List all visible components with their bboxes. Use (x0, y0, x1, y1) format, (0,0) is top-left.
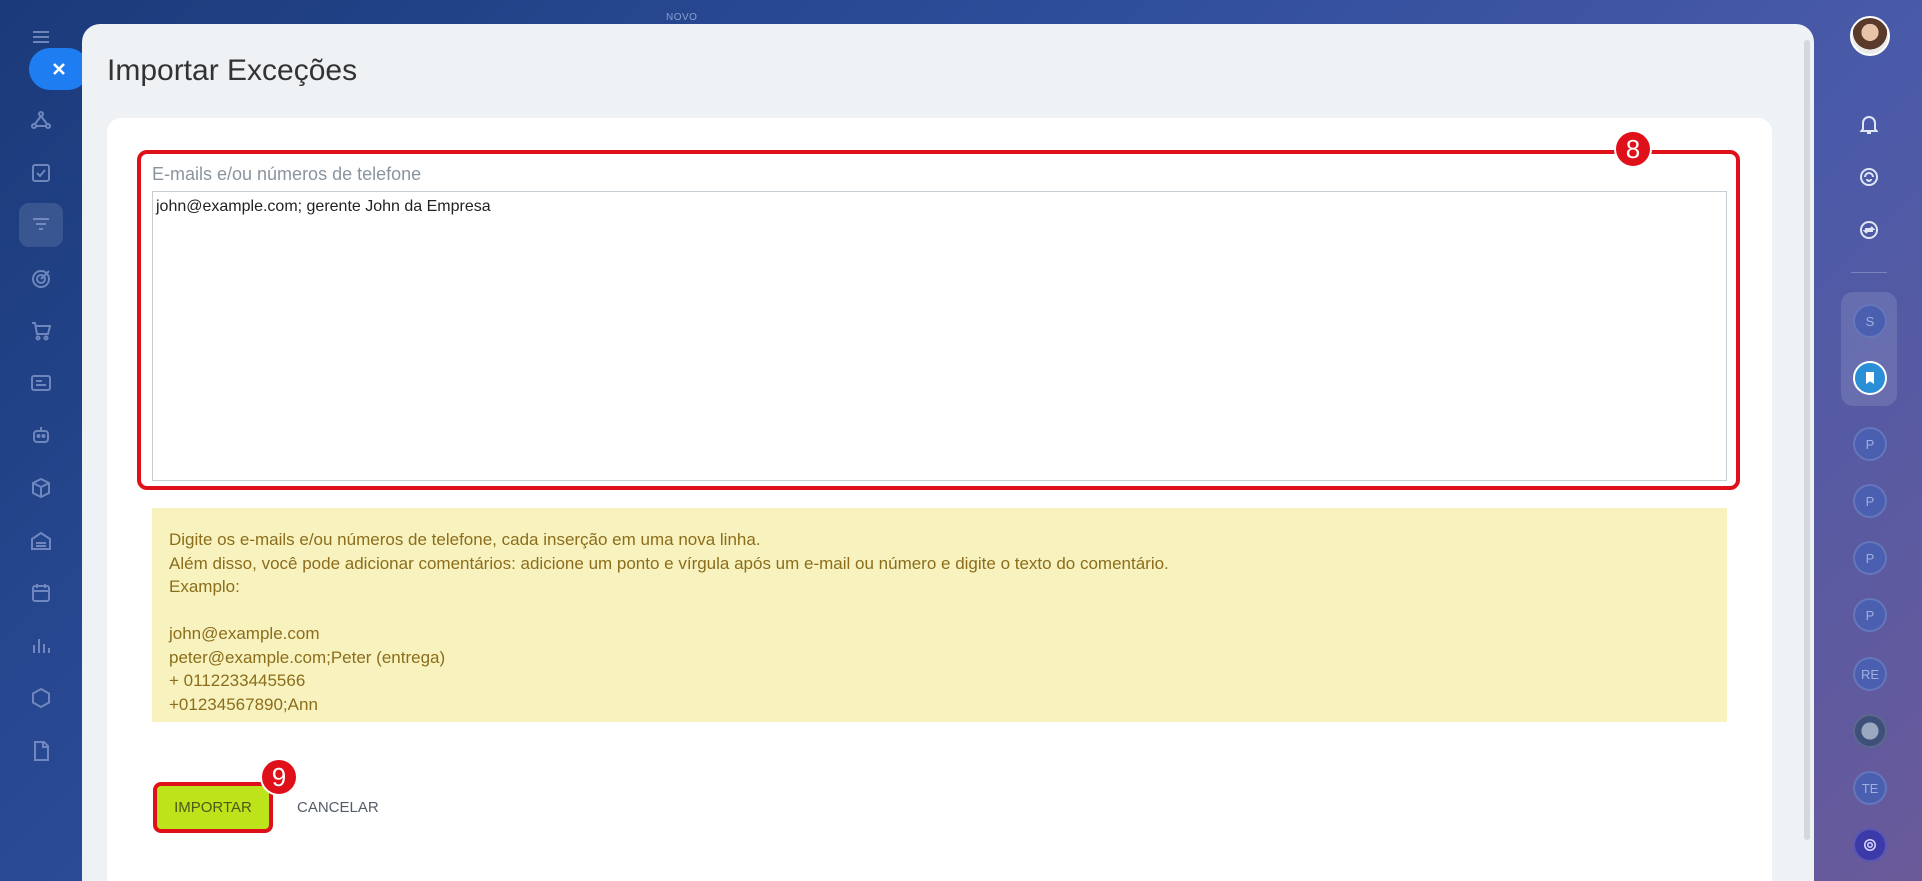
avatar-p2[interactable]: P (1853, 484, 1887, 518)
hint-line: +01234567890;Ann (169, 694, 318, 714)
emails-phones-textarea[interactable]: john@example.com; gerente John da Empres… (152, 191, 1727, 481)
bell-icon[interactable] (1847, 102, 1891, 146)
copilot-icon[interactable] (1853, 828, 1887, 862)
hint-line: john@example.com (169, 624, 320, 643)
form-card: 8 E-mails e/ou números de telefone john@… (107, 118, 1772, 881)
avatar-s[interactable]: S (1853, 304, 1887, 338)
chat-icon[interactable] (1847, 155, 1891, 199)
avatar-p3[interactable]: P (1853, 541, 1887, 575)
cancel-button[interactable]: CANCELAR (297, 782, 379, 833)
document-icon[interactable] (26, 736, 56, 766)
scrollbar[interactable] (1804, 40, 1810, 840)
sync-icon[interactable] (1847, 208, 1891, 252)
warehouse-icon[interactable] (26, 526, 56, 556)
hint-line: + 0112233445566 (169, 671, 306, 690)
bookmark-icon[interactable] (1853, 361, 1887, 395)
calendar-icon[interactable] (26, 578, 56, 608)
robot-icon[interactable] (26, 420, 56, 450)
hint-line: Além disso, você pode adicionar comentár… (169, 553, 1169, 573)
hexagon-icon[interactable] (26, 683, 56, 713)
box-icon[interactable] (26, 473, 56, 503)
import-button[interactable]: IMPORTAR (153, 782, 273, 833)
left-sidebar (0, 0, 82, 881)
hint-line: Digite os e-mails e/ou números de telefo… (169, 530, 761, 549)
divider (1851, 272, 1887, 273)
workflow-icon[interactable] (26, 106, 56, 136)
hint-line (169, 599, 1710, 623)
avatar-photo[interactable] (1853, 714, 1887, 748)
avatar-re[interactable]: RE (1853, 657, 1887, 691)
step-badge-8: 8 (1614, 130, 1652, 168)
hint-line: Examplo: (169, 577, 240, 596)
new-label: NOVO (666, 12, 698, 23)
avatar-p4[interactable]: P (1853, 598, 1887, 632)
hint-box: Digite os e-mails e/ou números de telefo… (152, 508, 1727, 722)
user-avatar[interactable] (1850, 16, 1890, 56)
step-badge-9: 9 (260, 758, 298, 796)
close-icon (53, 63, 65, 75)
crm-filter-icon[interactable] (19, 203, 63, 247)
right-sidebar: S P P P P RE TE (1816, 0, 1922, 881)
hint-line: peter@example.com;Peter (entrega) (169, 647, 446, 667)
target-icon[interactable] (26, 264, 56, 294)
import-exceptions-panel: Importar Exceções 8 E-mails e/ou números… (82, 24, 1814, 881)
card-icon[interactable] (26, 368, 56, 398)
avatar-p1[interactable]: P (1853, 427, 1887, 461)
page-title: Importar Exceções (107, 54, 358, 87)
analytics-icon[interactable] (26, 630, 56, 660)
tasks-icon[interactable] (26, 158, 56, 188)
cart-icon[interactable] (26, 316, 56, 346)
field-label: E-mails e/ou números de telefone (152, 164, 422, 184)
avatar-te[interactable]: TE (1853, 771, 1887, 805)
close-button[interactable] (29, 48, 89, 90)
